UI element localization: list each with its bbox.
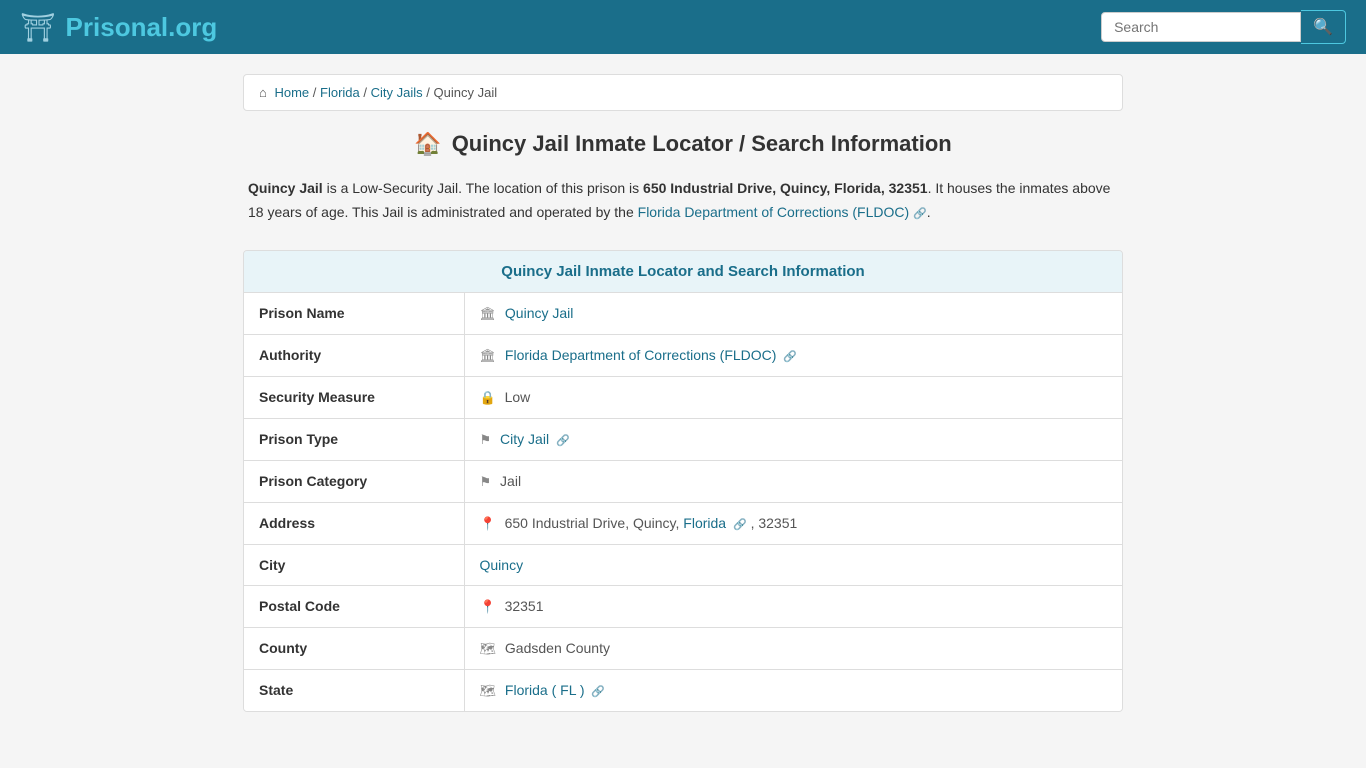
- page-title: 🏠 Quincy Jail Inmate Locator / Search In…: [243, 131, 1123, 157]
- ext-link-icon: 🔗: [783, 351, 797, 363]
- logo-text: Prisonal.org: [66, 12, 218, 43]
- table-row: State 🗺 Florida ( FL ) 🔗: [244, 669, 1122, 711]
- table-value: ⚑ Jail: [464, 460, 1122, 502]
- table-row: County 🗺 Gadsden County: [244, 627, 1122, 669]
- prison-name-link[interactable]: Quincy Jail: [505, 305, 573, 321]
- table-value: ⚑ City Jail 🔗: [464, 418, 1122, 460]
- address-bold: 650 Industrial Drive, Quincy, Florida, 3…: [643, 180, 928, 196]
- breadcrumb-sep2: /: [363, 85, 370, 100]
- table-row: Postal Code 📍 32351: [244, 585, 1122, 627]
- info-section-header: Quincy Jail Inmate Locator and Search In…: [244, 251, 1122, 293]
- postal-icon: 📍: [480, 599, 496, 614]
- security-icon: 🔒: [480, 390, 496, 405]
- state-icon: 🗺: [480, 683, 497, 698]
- table-label: County: [244, 627, 464, 669]
- logo-name: Prisonal: [66, 12, 169, 42]
- prison-name-icon: 🏛: [480, 306, 497, 321]
- table-value: 🏛 Quincy Jail: [464, 293, 1122, 335]
- table-value: 🔒 Low: [464, 376, 1122, 418]
- state-link[interactable]: Florida ( FL ): [505, 682, 585, 698]
- table-label: Address: [244, 502, 464, 544]
- address-text: 650 Industrial Drive, Quincy,: [505, 515, 684, 531]
- category-icon: ⚑: [480, 474, 492, 489]
- security-value: Low: [505, 389, 531, 405]
- postal-value: 32351: [505, 598, 544, 614]
- address-ext-icon: 🔗: [733, 519, 747, 531]
- table-row: Prison Name 🏛 Quincy Jail: [244, 293, 1122, 335]
- table-row: Prison Type ⚑ City Jail 🔗: [244, 418, 1122, 460]
- breadcrumb-florida[interactable]: Florida: [320, 85, 360, 100]
- category-value: Jail: [500, 473, 521, 489]
- table-row: Address 📍 650 Industrial Drive, Quincy, …: [244, 502, 1122, 544]
- county-value: Gadsden County: [505, 640, 610, 656]
- search-area: 🔍: [1101, 10, 1346, 44]
- table-value: 📍 32351: [464, 585, 1122, 627]
- info-section: Quincy Jail Inmate Locator and Search In…: [243, 250, 1123, 712]
- authority-link[interactable]: Florida Department of Corrections (FLDOC…: [505, 347, 777, 363]
- breadcrumb-current: Quincy Jail: [434, 85, 498, 100]
- table-label: Prison Category: [244, 460, 464, 502]
- table-row: City Quincy: [244, 544, 1122, 585]
- table-value: 📍 650 Industrial Drive, Quincy, Florida …: [464, 502, 1122, 544]
- prison-type-link[interactable]: City Jail: [500, 431, 549, 447]
- ext-link-icon-desc: 🔗: [913, 208, 927, 220]
- table-value: 🗺 Gadsden County: [464, 627, 1122, 669]
- type-icon: ⚑: [480, 432, 492, 447]
- table-value: Quincy: [464, 544, 1122, 585]
- info-table: Prison Name 🏛 Quincy Jail Authority 🏛 Fl…: [244, 293, 1122, 711]
- search-input[interactable]: [1101, 12, 1301, 42]
- description-block: Quincy Jail is a Low-Security Jail. The …: [243, 177, 1123, 225]
- logo-icon: ⛩: [20, 11, 56, 44]
- table-row: Authority 🏛 Florida Department of Correc…: [244, 334, 1122, 376]
- main-content: ⌂ Home / Florida / City Jails / Quincy J…: [233, 54, 1133, 747]
- table-label: Postal Code: [244, 585, 464, 627]
- home-icon: ⌂: [259, 85, 267, 100]
- city-link[interactable]: Quincy: [480, 557, 524, 573]
- table-label: Security Measure: [244, 376, 464, 418]
- logo-area: ⛩ Prisonal.org: [20, 11, 217, 44]
- table-row: Prison Category ⚑ Jail: [244, 460, 1122, 502]
- table-value: 🏛 Florida Department of Corrections (FLD…: [464, 334, 1122, 376]
- table-label: State: [244, 669, 464, 711]
- address-zip: , 32351: [751, 515, 798, 531]
- breadcrumb-sep1: /: [313, 85, 320, 100]
- address-state-link[interactable]: Florida: [683, 515, 726, 531]
- state-ext-icon: 🔗: [591, 686, 605, 698]
- breadcrumb: ⌂ Home / Florida / City Jails / Quincy J…: [243, 74, 1123, 111]
- table-label: City: [244, 544, 464, 585]
- site-header: ⛩ Prisonal.org 🔍: [0, 0, 1366, 54]
- search-icon: 🔍: [1313, 17, 1333, 37]
- table-label: Prison Type: [244, 418, 464, 460]
- breadcrumb-home[interactable]: Home: [274, 85, 309, 100]
- authority-icon: 🏛: [480, 348, 497, 363]
- logo-ext: .org: [168, 12, 217, 42]
- prison-title-icon: 🏠: [414, 131, 441, 157]
- prison-name-bold: Quincy Jail: [248, 180, 323, 196]
- address-icon: 📍: [480, 516, 496, 531]
- table-label: Prison Name: [244, 293, 464, 335]
- search-button[interactable]: 🔍: [1301, 10, 1346, 44]
- table-value: 🗺 Florida ( FL ) 🔗: [464, 669, 1122, 711]
- breadcrumb-city-jails[interactable]: City Jails: [371, 85, 423, 100]
- type-ext-icon: 🔗: [556, 435, 570, 447]
- table-row: Security Measure 🔒 Low: [244, 376, 1122, 418]
- fldoc-link[interactable]: Florida Department of Corrections (FLDOC…: [638, 204, 910, 220]
- table-label: Authority: [244, 334, 464, 376]
- county-icon: 🗺: [480, 641, 497, 656]
- breadcrumb-sep3: /: [426, 85, 433, 100]
